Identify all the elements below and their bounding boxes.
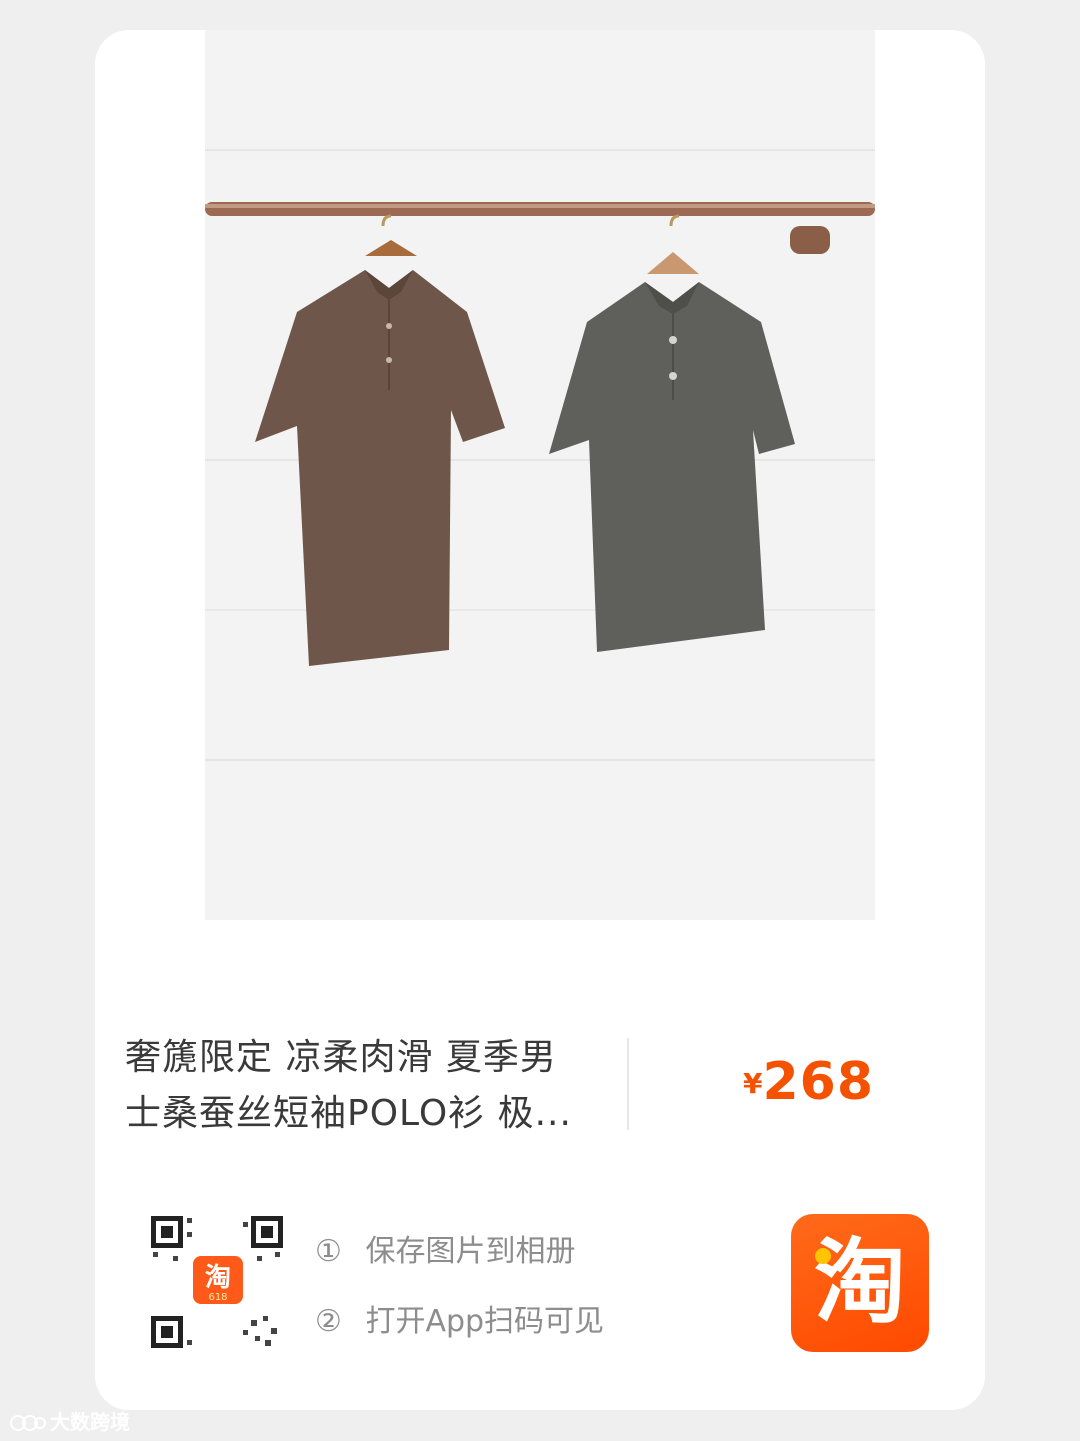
price: ¥268 (743, 1052, 874, 1112)
divider (627, 1038, 629, 1130)
step-save-image: ① 保存图片到相册 (315, 1226, 575, 1270)
product-image[interactable] (205, 30, 875, 920)
taobao-618-badge: 淘 618 (193, 1256, 243, 1304)
qr-finder-top-right (251, 1216, 283, 1248)
price-amount: 268 (762, 1052, 875, 1112)
currency-symbol: ¥ (743, 1067, 763, 1100)
step-2-text: 打开App扫码可见 (365, 1304, 605, 1339)
qr-finder-bottom-left (151, 1316, 183, 1348)
taobao-glyph: 淘 (813, 1229, 906, 1336)
svg-text:淘: 淘 (205, 1263, 231, 1293)
step-save-image-number: ① (315, 1234, 342, 1269)
step-1-text: 保存图片到相册 (365, 1234, 576, 1269)
watermark: 大数跨境 (10, 1406, 130, 1436)
watermark-text: 大数跨境 (50, 1410, 130, 1434)
step-open-app-number: ② (315, 1304, 342, 1339)
taobao-dot-icon (815, 1248, 831, 1264)
step-open-app: ② 打开App扫码可见 (315, 1296, 604, 1340)
qr-finder-top-left (151, 1216, 183, 1248)
qr-code[interactable]: 淘 618 (147, 1212, 289, 1354)
watermark-logo-icon (10, 1415, 46, 1431)
share-card: 奢篪限定 凉柔肉滑 夏季男 士桑蚕丝短袖POLO衫 极... ¥268 淘 61… (95, 30, 985, 1410)
product-title-line-1: 奢篪限定 凉柔肉滑 夏季男 (125, 1037, 557, 1078)
product-title[interactable]: 奢篪限定 凉柔肉滑 夏季男 士桑蚕丝短袖POLO衫 极... (125, 1030, 605, 1142)
product-title-line-2: 士桑蚕丝短袖POLO衫 极... (125, 1093, 572, 1134)
taobao-app-icon[interactable]: 淘 (791, 1214, 929, 1352)
svg-text:618: 618 (208, 1292, 227, 1303)
